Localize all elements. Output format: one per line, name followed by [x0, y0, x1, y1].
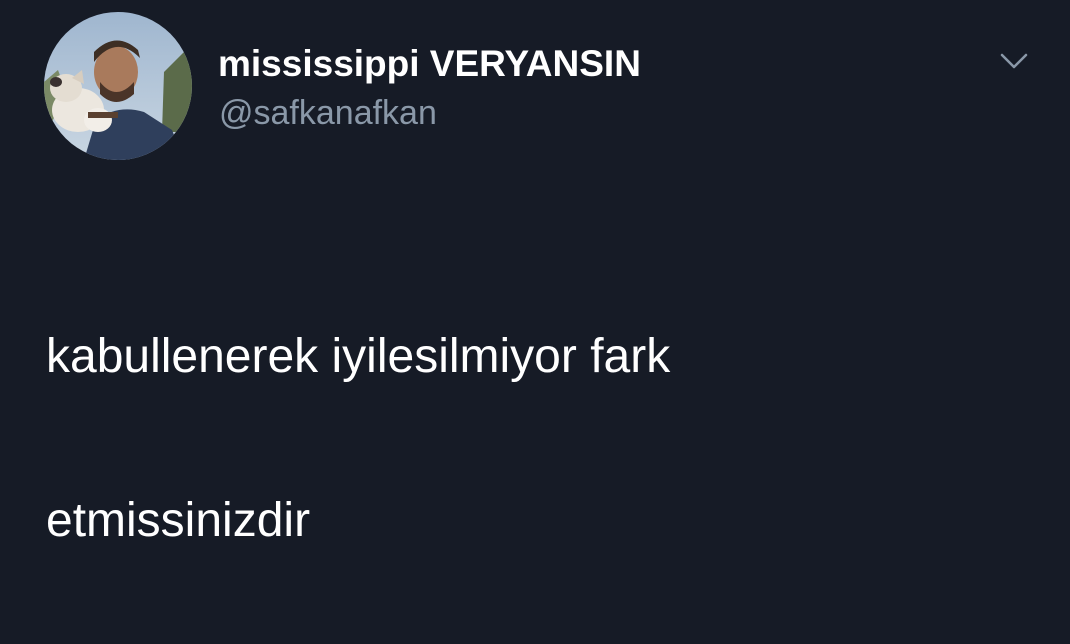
tweet-text: kabullenerek iyilesilmiyor fark etmissin…	[46, 234, 1006, 644]
tweet-text-line: etmissinizdir	[46, 494, 311, 547]
avatar[interactable]	[44, 12, 192, 160]
chevron-down-icon	[1000, 53, 1028, 69]
display-name[interactable]: mississippi VERYANSIN	[218, 42, 641, 86]
tweet-card: mississippi VERYANSIN @safkanafkan kabul…	[0, 0, 1070, 547]
more-options-button[interactable]	[996, 48, 1032, 74]
avatar-photo-icon	[44, 12, 192, 160]
tweet-text-line: kabullenerek iyilesilmiyor fark	[46, 330, 671, 383]
user-handle[interactable]: @safkanafkan	[219, 93, 437, 133]
